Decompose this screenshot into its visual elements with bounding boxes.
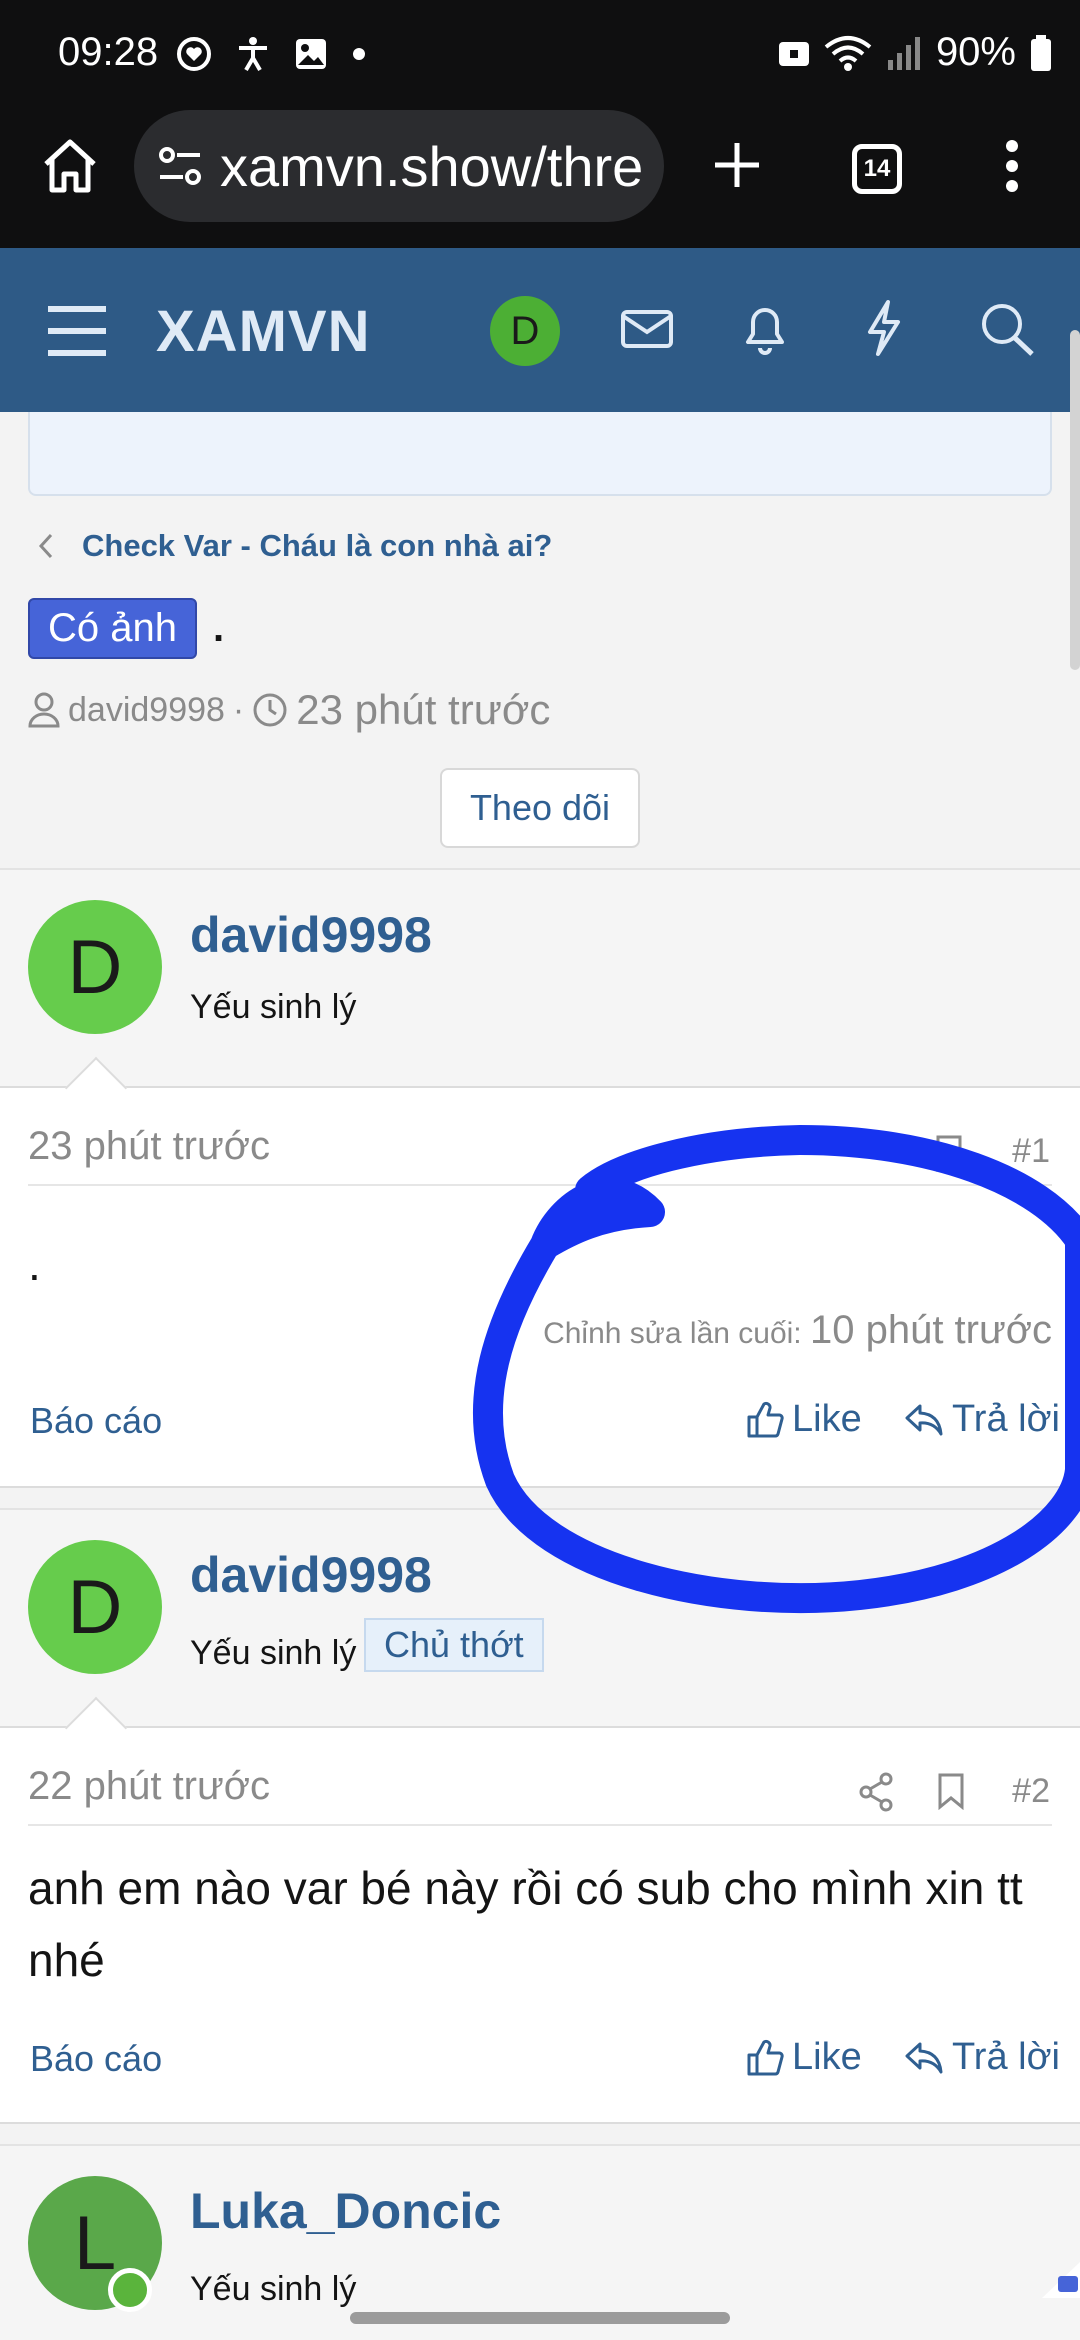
status-bar: 09:28 90% [0, 0, 1080, 110]
notice-box [28, 412, 1052, 496]
thread-title-text: . [212, 606, 225, 650]
post-2-time[interactable]: 22 phút trước [28, 1764, 270, 1809]
browser-toolbar: xamvn.show/thre 14 [0, 110, 1080, 248]
chevron-left-icon [38, 533, 53, 559]
thread-meta: david9998 · 23 phút trước [28, 686, 550, 734]
thread-prefix-badge[interactable]: Có ảnh [28, 598, 197, 659]
post-2-avatar[interactable]: D [28, 1540, 162, 1674]
post-2-reply-button[interactable]: Trả lời [904, 2036, 1060, 2079]
post-2-user-title: Yếu sinh lý [190, 1634, 357, 1672]
post-3-user-title: Yếu sinh lý [190, 2270, 357, 2308]
breadcrumb[interactable]: Check Var - Cháu là con nhà ai? [36, 528, 552, 564]
gallery-icon [296, 39, 326, 69]
post-2-number[interactable]: #2 [1012, 1772, 1050, 1811]
bell-icon[interactable] [740, 298, 790, 358]
breadcrumb-forum-link[interactable]: Check Var - Cháu là con nhà ai? [82, 528, 552, 564]
thread-starter-badge: Chủ thớt [364, 1618, 544, 1672]
thread-time[interactable]: 23 phút trước [296, 686, 550, 734]
site-logo[interactable]: XAMVN [156, 298, 370, 365]
post-3-user-block: L Luka_Doncic Yếu sinh lý [0, 2144, 1080, 2340]
thread-title: Có ảnh . [28, 598, 224, 659]
meta-separator: · [232, 690, 245, 729]
gesture-navigation-bar[interactable] [350, 2312, 730, 2324]
search-icon[interactable] [978, 298, 1036, 358]
post-1-time[interactable]: 23 phút trước [28, 1124, 270, 1169]
heart-circle-icon [177, 37, 211, 71]
signal-icon [887, 36, 920, 70]
status-system-icons: 90% [778, 30, 1052, 75]
post-1-user-title: Yếu sinh lý [190, 988, 357, 1026]
reply-label: Trả lời [952, 1398, 1060, 1440]
user-avatar[interactable]: D [490, 296, 560, 366]
post-2-like-button[interactable]: Like [746, 2036, 862, 2079]
page-scrollbar[interactable] [1070, 330, 1080, 670]
post-1-body: 23 phút trước #1 . Chỉnh sửa lần cuối: 1… [0, 1056, 1080, 1488]
status-time: 09:28 [58, 30, 159, 74]
post-2-divider [28, 1824, 1052, 1826]
site-header: XAMVN D [0, 248, 1080, 412]
tab-switcher-button[interactable]: 14 [852, 144, 902, 194]
post-1-text: . [28, 1238, 41, 1290]
reply-icon [905, 2042, 943, 2073]
lock-folder-icon [778, 41, 809, 66]
post-1-divider [28, 1184, 1052, 1186]
online-status-icon [108, 2268, 152, 2312]
like-label: Like [792, 1398, 862, 1440]
home-icon[interactable] [40, 138, 100, 194]
clock-icon [253, 693, 287, 727]
scroll-to-top-icon[interactable] [1040, 2262, 1080, 2298]
accessibility-icon [239, 37, 267, 72]
mail-icon[interactable] [620, 298, 674, 358]
thumbs-up-icon [747, 2039, 784, 2075]
dot-icon [353, 48, 365, 60]
post-1-username[interactable]: david9998 [190, 906, 432, 964]
post-3-username[interactable]: Luka_Doncic [190, 2182, 501, 2240]
follow-button[interactable]: Theo dõi [440, 768, 640, 848]
address-bar[interactable]: xamvn.show/thre [134, 110, 664, 222]
new-tab-icon[interactable] [712, 140, 762, 190]
post-1-edited: Chỉnh sửa lần cuối: 10 phút trước [543, 1308, 1052, 1353]
battery-percent: 90% [935, 30, 1016, 74]
wifi-icon [824, 35, 872, 71]
bookmark-icon[interactable] [936, 1772, 966, 1810]
post-1-user-block: D david9998 Yếu sinh lý [0, 868, 1080, 1088]
battery-icon [1031, 34, 1051, 71]
post-2-report-link[interactable]: Báo cáo [30, 2038, 162, 2080]
reply-label: Trả lời [952, 2036, 1060, 2078]
thread-author[interactable]: david9998 [68, 691, 225, 730]
post-2-body: 22 phút trước #2 anh em nào var bé này r… [0, 1696, 1080, 2124]
edited-label: Chỉnh sửa lần cuối: [543, 1317, 802, 1350]
post-2-username[interactable]: david9998 [190, 1546, 432, 1604]
post-2-user-block: D david9998 Yếu sinh lý Chủ thớt [0, 1508, 1080, 1728]
reply-icon [905, 1404, 943, 1435]
post-1-like-button[interactable]: Like [746, 1398, 862, 1441]
post-1-report-link[interactable]: Báo cáo [30, 1400, 162, 1442]
thumbs-up-icon [747, 1401, 784, 1437]
edited-time: 10 phút trước [809, 1308, 1052, 1352]
like-label: Like [792, 2036, 862, 2078]
post-1-reply-button[interactable]: Trả lời [904, 1398, 1060, 1441]
post-1-avatar[interactable]: D [28, 900, 162, 1034]
status-notification-icons [176, 36, 366, 72]
post-1-number[interactable]: #1 [1012, 1132, 1050, 1171]
share-icon[interactable] [858, 1772, 894, 1812]
more-options-icon[interactable] [1004, 140, 1020, 192]
site-settings-icon[interactable] [158, 146, 202, 186]
url-text: xamvn.show/thre [220, 134, 644, 198]
bookmark-icon[interactable] [934, 1134, 964, 1172]
post-2-text: anh em nào var bé này rồi có sub cho mìn… [28, 1862, 1023, 1986]
menu-icon[interactable] [46, 304, 108, 358]
user-icon [28, 692, 60, 728]
lightning-icon[interactable] [862, 298, 906, 358]
